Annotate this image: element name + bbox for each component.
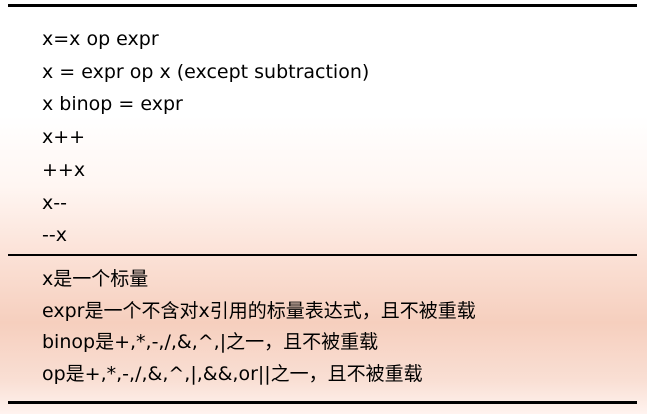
table-divider-rule bbox=[8, 254, 637, 256]
constraint-note: op是+,*,-,/,&,^,|,&&,or||之一，且不被重载 bbox=[42, 362, 423, 385]
constraint-notes: x是一个标量 expr是一个不含对x引用的标量表达式，且不被重载 binop是+… bbox=[42, 264, 476, 390]
atomic-statement-forms: x=x op expr x = expr op x (except subtra… bbox=[42, 23, 369, 252]
statement-form: --x bbox=[42, 224, 67, 247]
statement-form: x = expr op x (except subtraction) bbox=[42, 60, 370, 83]
statement-form: x binop = expr bbox=[42, 93, 183, 116]
statement-form: x-- bbox=[42, 191, 67, 214]
table-bottom-rule bbox=[8, 401, 637, 404]
statement-form: x++ bbox=[42, 126, 86, 149]
constraint-note: expr是一个不含对x引用的标量表达式，且不被重载 bbox=[42, 299, 476, 322]
table-top-rule bbox=[8, 4, 637, 7]
statement-form: ++x bbox=[42, 158, 86, 181]
constraint-note: binop是+,*,-,/,&,^,|之一，且不被重载 bbox=[42, 331, 379, 353]
constraint-note: x是一个标量 bbox=[42, 268, 149, 290]
statement-form: x=x op expr bbox=[42, 28, 159, 50]
